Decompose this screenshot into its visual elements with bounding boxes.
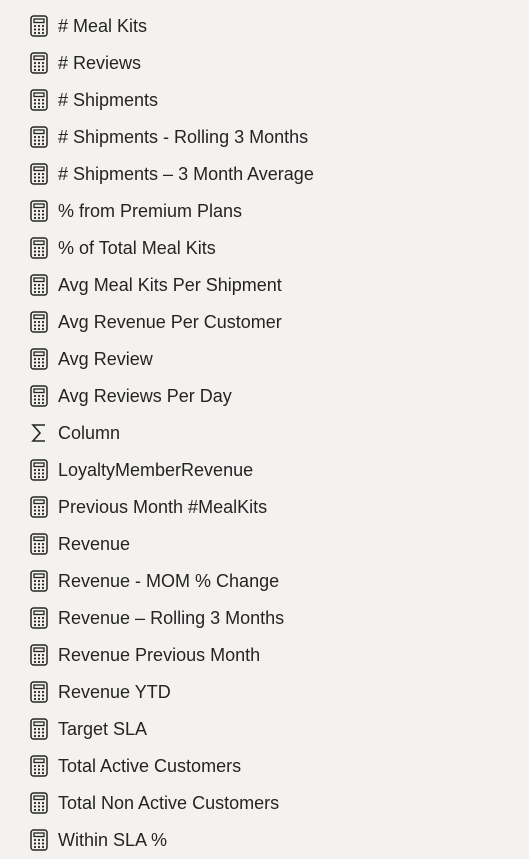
field-label: Column [58, 422, 121, 443]
calculator-icon [29, 162, 49, 185]
field-item[interactable]: Revenue - MOM % Change [0, 562, 529, 599]
field-label: # Shipments - Rolling 3 Months [58, 126, 309, 147]
field-label: Revenue – Rolling 3 Months [58, 607, 285, 628]
sigma-icon [29, 422, 49, 444]
calculator-icon [29, 236, 49, 259]
field-label: Avg Meal Kits Per Shipment [58, 274, 282, 295]
calculator-icon [29, 88, 49, 111]
field-item[interactable]: Revenue [0, 525, 529, 562]
calculator-icon [29, 310, 49, 333]
field-label: Previous Month #MealKits [58, 496, 268, 517]
field-label: # Shipments – 3 Month Average [58, 163, 314, 184]
field-label: % from Premium Plans [58, 200, 243, 221]
field-label: Total Non Active Customers [58, 792, 280, 813]
calculator-icon [29, 532, 49, 555]
field-item[interactable]: Avg Review [0, 340, 529, 377]
field-item[interactable]: Total Non Active Customers [0, 784, 529, 821]
calculator-icon [29, 643, 49, 666]
field-item[interactable]: # Reviews [0, 44, 529, 81]
calculator-icon [29, 51, 49, 74]
field-label: Avg Revenue Per Customer [58, 311, 282, 332]
field-list: # Meal Kits # Reviews # Shipments # Ship… [0, 0, 529, 859]
field-item[interactable]: # Shipments [0, 81, 529, 118]
field-item[interactable]: LoyaltyMemberRevenue [0, 451, 529, 488]
field-item[interactable]: # Shipments – 3 Month Average [0, 155, 529, 192]
field-item[interactable]: Avg Meal Kits Per Shipment [0, 266, 529, 303]
field-item[interactable]: Avg Reviews Per Day [0, 377, 529, 414]
calculator-icon [29, 606, 49, 629]
field-label: Revenue Previous Month [58, 644, 261, 665]
field-item[interactable]: Avg Revenue Per Customer [0, 303, 529, 340]
field-label: # Shipments [58, 89, 159, 110]
field-label: % of Total Meal Kits [58, 237, 216, 258]
calculator-icon [29, 569, 49, 592]
calculator-icon [29, 384, 49, 407]
calculator-icon [29, 495, 49, 518]
field-item[interactable]: Column [0, 414, 529, 451]
field-label: LoyaltyMemberRevenue [58, 459, 254, 480]
field-label: Total Active Customers [58, 755, 242, 776]
calculator-icon [29, 754, 49, 777]
calculator-icon [29, 680, 49, 703]
field-item[interactable]: % of Total Meal Kits [0, 229, 529, 266]
field-item[interactable]: Previous Month #MealKits [0, 488, 529, 525]
field-item[interactable]: Revenue YTD [0, 673, 529, 710]
field-item[interactable]: # Meal Kits [0, 7, 529, 44]
field-item[interactable]: % from Premium Plans [0, 192, 529, 229]
field-label: Revenue - MOM % Change [58, 570, 280, 591]
calculator-icon [29, 14, 49, 37]
calculator-icon [29, 717, 49, 740]
field-label: Within SLA % [58, 829, 168, 850]
calculator-icon [29, 347, 49, 370]
field-label: Avg Review [58, 348, 153, 369]
field-item[interactable]: Target SLA [0, 710, 529, 747]
calculator-icon [29, 828, 49, 851]
field-item[interactable]: Revenue – Rolling 3 Months [0, 599, 529, 636]
field-label: Target SLA [58, 718, 148, 739]
field-item[interactable]: Revenue Previous Month [0, 636, 529, 673]
calculator-icon [29, 199, 49, 222]
calculator-icon [29, 791, 49, 814]
field-item[interactable]: Total Active Customers [0, 747, 529, 784]
calculator-icon [29, 458, 49, 481]
field-label: Revenue YTD [58, 681, 171, 702]
field-label: # Meal Kits [58, 15, 148, 36]
field-item[interactable]: Within SLA % [0, 821, 529, 858]
field-item[interactable]: # Shipments - Rolling 3 Months [0, 118, 529, 155]
field-label: # Reviews [58, 52, 142, 73]
calculator-icon [29, 125, 49, 148]
field-label: Revenue [58, 533, 131, 554]
field-label: Avg Reviews Per Day [58, 385, 232, 406]
calculator-icon [29, 273, 49, 296]
